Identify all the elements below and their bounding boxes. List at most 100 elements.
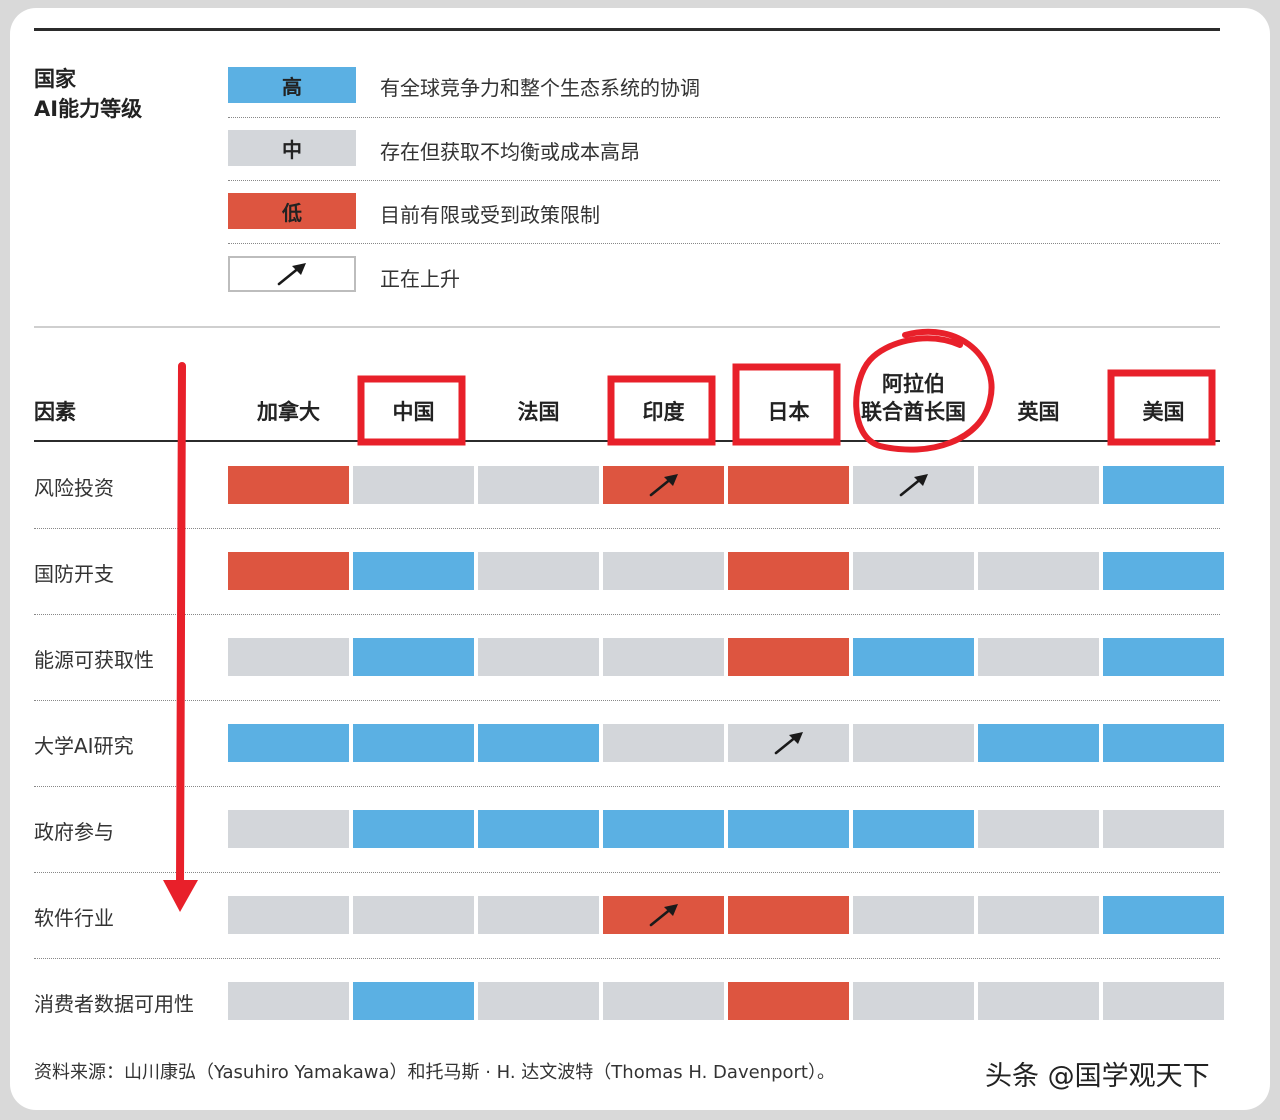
legend-swatch-medium: 中 <box>228 130 356 166</box>
rating-cell-1-1 <box>353 552 474 590</box>
rating-cell-3-2 <box>478 724 599 762</box>
row-divider <box>34 528 1220 529</box>
rating-cell-4-6 <box>978 810 1099 848</box>
rating-cell-1-2 <box>478 552 599 590</box>
rising-arrow-icon <box>899 474 928 497</box>
rating-cell-6-4 <box>728 982 849 1020</box>
column-header-6: 英国 <box>1017 400 1060 424</box>
legend-desc-high: 有全球竞争力和整个生态系统的协调 <box>380 76 700 100</box>
rating-cell-1-3 <box>603 552 724 590</box>
rating-cell-5-3 <box>603 896 724 934</box>
row-label-5: 软件行业 <box>34 906 114 930</box>
column-header-1: 中国 <box>392 400 435 424</box>
rating-cell-5-5 <box>853 896 974 934</box>
rating-cell-2-1 <box>353 638 474 676</box>
legend-title-line1: 国家 <box>34 67 76 91</box>
rating-cell-0-2 <box>478 466 599 504</box>
rating-cell-0-5 <box>853 466 974 504</box>
column-header-4: 日本 <box>767 400 810 424</box>
rating-cell-3-5 <box>853 724 974 762</box>
rating-cell-6-7 <box>1103 982 1224 1020</box>
row-label-1: 国防开支 <box>34 562 114 586</box>
rating-cell-1-7 <box>1103 552 1224 590</box>
row-label-6: 消费者数据可用性 <box>34 992 194 1016</box>
legend-swatch-rising <box>228 256 356 292</box>
rating-cell-0-3 <box>603 466 724 504</box>
column-header-0: 加拿大 <box>257 400 320 424</box>
rating-cell-3-4 <box>728 724 849 762</box>
rating-cell-4-2 <box>478 810 599 848</box>
row-divider <box>34 872 1220 873</box>
row-label-4: 政府参与 <box>34 820 114 844</box>
rating-cell-0-1 <box>353 466 474 504</box>
rating-cell-2-7 <box>1103 638 1224 676</box>
row-divider <box>34 614 1220 615</box>
source-note: 资料来源：山川康弘（Yasuhiro Yamakawa）和托马斯 · H. 达文… <box>34 1062 835 1083</box>
rating-cell-1-4 <box>728 552 849 590</box>
page: 国家 AI能力等级 高 有全球竞争力和整个生态系统的协调 中 存在但获取不均衡或… <box>0 0 1280 1120</box>
rating-cell-4-0 <box>228 810 349 848</box>
row-label-0: 风险投资 <box>34 476 114 500</box>
row-divider <box>34 958 1220 959</box>
column-header-3: 印度 <box>642 400 685 424</box>
rising-arrow-icon <box>649 904 678 927</box>
rating-cell-0-6 <box>978 466 1099 504</box>
rating-cell-5-1 <box>353 896 474 934</box>
section-rule <box>34 326 1220 328</box>
legend-swatch-high: 高 <box>228 67 356 103</box>
rating-cell-6-6 <box>978 982 1099 1020</box>
rating-cell-4-1 <box>353 810 474 848</box>
rising-arrow-icon <box>774 732 803 755</box>
top-rule <box>34 28 1220 31</box>
column-header-7: 美国 <box>1142 400 1185 424</box>
watermark: 头条 @国学观天下 <box>985 1061 1210 1092</box>
rating-cell-1-6 <box>978 552 1099 590</box>
legend-divider <box>228 117 1220 118</box>
rating-cell-2-6 <box>978 638 1099 676</box>
legend-desc-rising: 正在上升 <box>380 267 460 291</box>
rating-cell-0-7 <box>1103 466 1224 504</box>
rating-cell-3-3 <box>603 724 724 762</box>
rising-arrow-icon <box>649 474 678 497</box>
legend-title-line2: AI能力等级 <box>34 97 143 121</box>
legend-divider <box>228 180 1220 181</box>
column-header-5-line2: 联合酋长国 <box>861 400 966 424</box>
column-header-2: 法国 <box>517 400 560 424</box>
column-header-5-line1: 阿拉伯 <box>882 372 945 396</box>
row-label-2: 能源可获取性 <box>34 648 154 672</box>
rating-cell-5-6 <box>978 896 1099 934</box>
row-divider <box>34 786 1220 787</box>
header-rule <box>34 440 1220 442</box>
legend-desc-low: 目前有限或受到政策限制 <box>380 203 600 227</box>
rating-cell-0-0 <box>228 466 349 504</box>
rating-cell-6-5 <box>853 982 974 1020</box>
rating-cell-4-4 <box>728 810 849 848</box>
rating-cell-6-0 <box>228 982 349 1020</box>
legend-divider <box>228 243 1220 244</box>
legend-desc-medium: 存在但获取不均衡或成本高昂 <box>380 140 640 164</box>
rating-cell-5-7 <box>1103 896 1224 934</box>
rating-cell-1-0 <box>228 552 349 590</box>
rating-cell-4-3 <box>603 810 724 848</box>
row-label-3: 大学AI研究 <box>34 734 134 758</box>
legend-swatch-low: 低 <box>228 193 356 229</box>
rating-cell-2-2 <box>478 638 599 676</box>
rating-cell-6-2 <box>478 982 599 1020</box>
rating-cell-3-0 <box>228 724 349 762</box>
rating-cell-3-7 <box>1103 724 1224 762</box>
rating-cell-1-5 <box>853 552 974 590</box>
rating-cell-3-1 <box>353 724 474 762</box>
rating-cell-5-2 <box>478 896 599 934</box>
rating-cell-5-4 <box>728 896 849 934</box>
rating-cell-0-4 <box>728 466 849 504</box>
rating-cell-2-5 <box>853 638 974 676</box>
row-divider <box>34 700 1220 701</box>
factor-header: 因素 <box>34 400 76 424</box>
rating-cell-2-0 <box>228 638 349 676</box>
rating-cell-4-5 <box>853 810 974 848</box>
rating-cell-6-3 <box>603 982 724 1020</box>
rating-cell-6-1 <box>353 982 474 1020</box>
rating-cell-2-4 <box>728 638 849 676</box>
up-right-arrow-icon <box>277 263 306 286</box>
rating-cell-4-7 <box>1103 810 1224 848</box>
